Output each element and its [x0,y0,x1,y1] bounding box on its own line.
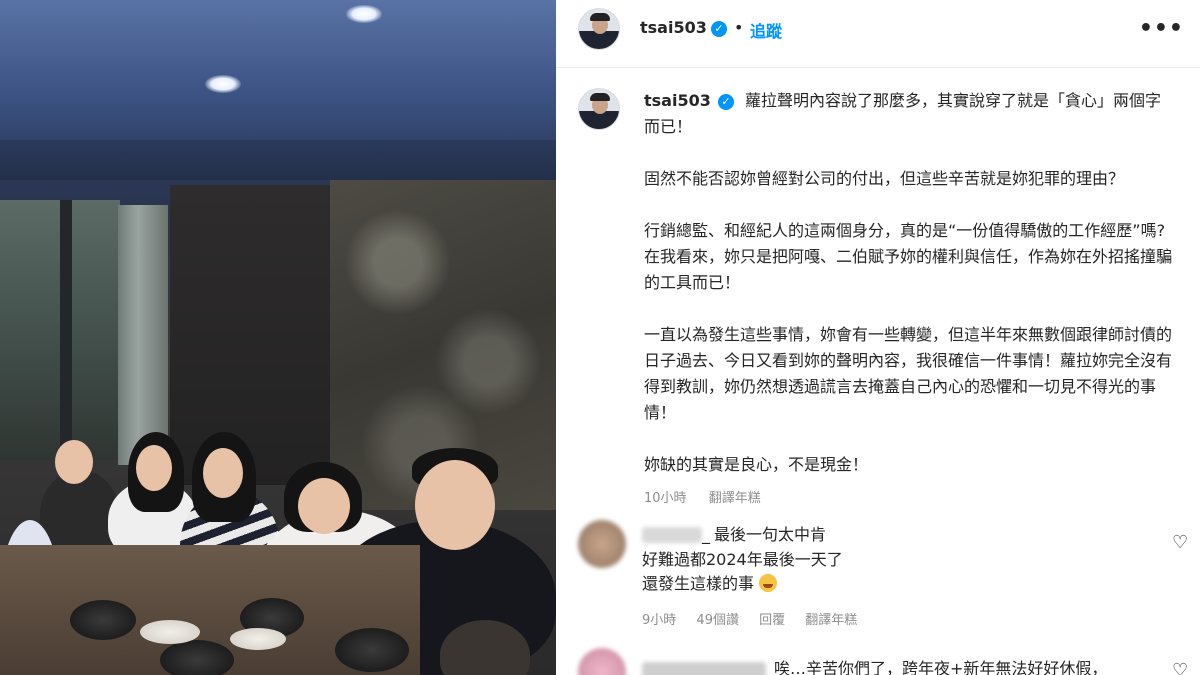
translate-link[interactable]: 翻譯年糕 [805,613,857,628]
photo-plate [140,620,200,644]
follow-button[interactable]: 追蹤 [750,18,782,42]
comment-username-blurred[interactable] [642,662,766,675]
verified-badge-icon: ✓ [711,21,727,37]
photo-bowl [70,600,136,640]
caption-avatar[interactable] [578,88,620,130]
translate-link[interactable]: 翻譯年糕 [709,491,761,506]
caption-paragraph: 固然不能否認妳曾經對公司的付出，但這些辛苦就是妳犯罪的理由？ [644,169,1125,188]
crying-face-emoji-icon [759,574,778,592]
photo-pillar [118,205,168,465]
photo-bowl [335,628,409,672]
caption-meta: 10小時 翻譯年糕 [644,486,1174,512]
caption-paragraph: 一直以為發生這些事情，妳會有一些轉變，但這半年來無數個跟律師討債的日子過去、今日… [644,325,1173,422]
reply-button[interactable]: 回覆 [759,613,785,628]
verified-badge-icon: ✓ [717,94,734,110]
header-username[interactable]: tsai503 [640,18,707,37]
comment-username-suffix: _ [702,525,710,544]
post-caption: tsai503 ✓ 蘿拉聲明內容說了那麼多，其實說穿了就是「貪心」兩個字而已！ … [644,88,1174,512]
heart-outline-icon[interactable]: ♡ [1172,660,1188,675]
separator-dot: • [734,18,744,37]
post-photo[interactable] [0,0,556,675]
comment-avatar[interactable] [578,520,626,568]
photo-beam [0,140,556,180]
photo-window-frame [60,200,72,460]
comment-username-blurred[interactable] [642,527,702,543]
comment-timestamp: 9小時 [642,613,677,628]
photo-face [55,440,93,484]
post-header: tsai503 ✓ • 追蹤 ••• [556,0,1200,68]
caption-paragraph: 行銷總監、和經紀人的這兩個身分，真的是“一份值得驕傲的工作經歷”嗎?在我看來，妳… [644,221,1173,292]
more-options-icon[interactable]: ••• [1139,18,1184,40]
photo-bowl [160,640,234,675]
comment-likes[interactable]: 49個讚 [696,613,739,628]
ceiling-light [205,75,241,93]
ceiling-light [346,5,382,23]
comment-avatar[interactable] [578,648,626,675]
photo-ceiling [0,0,556,150]
comment-text: 好難過都2024年最後一天了 [642,550,843,569]
photo-face [298,478,350,534]
comment-meta: 9小時 49個讚 回覆 翻譯年糕 [642,609,873,628]
photo-face [203,448,243,498]
post-panel: tsai503 ✓ • 追蹤 ••• tsai503 ✓ 蘿拉聲明內容說了那麼多… [556,0,1200,675]
comment-text: 唉…辛苦你們了，跨年夜+新年無法好好休假， [774,659,1108,675]
caption-paragraph: 妳缺的其實是良心，不是現金！ [644,455,869,474]
comment-text-line: 還發生這樣的事 [642,573,778,595]
comment-text: 還發生這樣的事 [642,574,755,593]
post-timestamp: 10小時 [644,491,687,506]
photo-wall [170,185,330,485]
avatar[interactable] [578,8,620,50]
photo-plate [230,628,286,650]
comment-text: 最後一句太中肯 [714,525,827,544]
photo-face [415,460,495,550]
caption-username[interactable]: tsai503 [644,91,711,110]
heart-outline-icon[interactable]: ♡ [1172,532,1188,553]
photo-face [136,445,172,491]
